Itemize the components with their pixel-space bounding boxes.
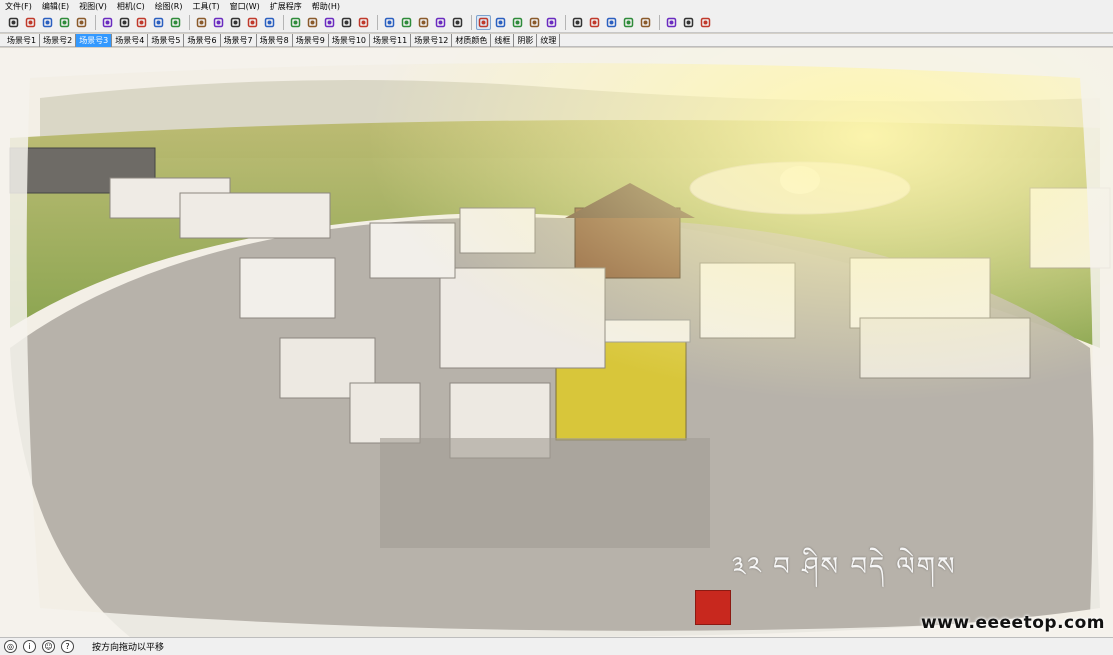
menu-item[interactable]: 工具(T) bbox=[188, 0, 225, 13]
scene-tab[interactable]: 场景号9 bbox=[293, 33, 329, 47]
scene-tab[interactable]: 场景号4 bbox=[112, 33, 149, 47]
status-message: 按方向拖动以平移 bbox=[92, 643, 165, 653]
eraser-icon[interactable] bbox=[23, 15, 38, 30]
toolbar bbox=[0, 13, 1113, 33]
style-icon[interactable] bbox=[382, 15, 397, 30]
protractor-icon[interactable] bbox=[211, 15, 226, 30]
box-icon[interactable] bbox=[621, 15, 636, 30]
scene-tabs: 场景号1 场景号2 场景号3 场景号4 场景号5 场景号6 场景号7 场景号8 场景号9 场景号1… bbox=[0, 33, 1113, 47]
extension-icon[interactable] bbox=[356, 15, 371, 30]
red-seal-stamp bbox=[695, 590, 731, 625]
warehouse-icon[interactable] bbox=[339, 15, 354, 30]
help-icon[interactable]: ? bbox=[61, 640, 74, 653]
texture-icon[interactable] bbox=[664, 15, 679, 30]
material-icon[interactable] bbox=[604, 15, 619, 30]
scale-icon[interactable] bbox=[168, 15, 183, 30]
fog-icon[interactable] bbox=[681, 15, 696, 30]
sandbox-icon[interactable] bbox=[510, 15, 525, 30]
zoom-extents-icon[interactable] bbox=[305, 15, 320, 30]
pan-icon[interactable] bbox=[262, 15, 277, 30]
rotate-arrows-icon[interactable] bbox=[151, 15, 166, 30]
menu-item[interactable]: 扩展程序 bbox=[265, 0, 307, 13]
tape-measure-icon[interactable] bbox=[194, 15, 209, 30]
tibetan-calligraphy: ༣༢ བ ཤིས བདེ ལེགས bbox=[732, 552, 957, 582]
scene-tab[interactable]: 场景号7 bbox=[221, 33, 257, 47]
toolbar-separator bbox=[95, 15, 96, 30]
undo-icon[interactable] bbox=[544, 15, 559, 30]
pencil-icon[interactable] bbox=[40, 15, 55, 30]
info-icon[interactable]: i bbox=[23, 640, 36, 653]
toolbar-separator bbox=[471, 15, 472, 30]
paint-bucket-icon[interactable] bbox=[228, 15, 243, 30]
menu-item[interactable]: 绘图(R) bbox=[150, 0, 188, 13]
menu-item[interactable]: 文件(F) bbox=[0, 0, 37, 13]
toolbar-separator bbox=[189, 15, 190, 30]
site-watermark: www.eeeetop.com bbox=[920, 613, 1105, 633]
scene-tab[interactable]: 阴影 bbox=[514, 33, 538, 47]
scene-tab[interactable]: 场景号2 bbox=[40, 33, 77, 47]
scene-tab[interactable]: 场景号11 bbox=[370, 33, 412, 47]
scene-tab[interactable]: 线框 bbox=[491, 33, 515, 47]
scene-tab[interactable]: 场景号3 bbox=[76, 33, 113, 47]
zoom-icon[interactable] bbox=[288, 15, 303, 30]
menu-item[interactable]: 编辑(E) bbox=[37, 0, 74, 13]
rotate-icon[interactable] bbox=[117, 15, 132, 30]
menu-item[interactable]: 相机(C) bbox=[112, 0, 150, 13]
menu-item[interactable]: 帮助(H) bbox=[307, 0, 345, 13]
scene-tab[interactable]: 场景号10 bbox=[329, 33, 371, 47]
toolbar-separator bbox=[377, 15, 378, 30]
arc-icon[interactable] bbox=[57, 15, 72, 30]
scene-tab[interactable]: 纹理 bbox=[537, 33, 561, 47]
scene-tab[interactable]: 材质颜色 bbox=[452, 33, 492, 47]
look-around-icon[interactable] bbox=[493, 15, 508, 30]
help-icon[interactable] bbox=[698, 15, 713, 30]
menu-bar: 文件(F) 编辑(E) 视图(V) 相机(C) 绘图(R) 工具(T) 窗口(W) 扩展程序帮… bbox=[0, 0, 1113, 13]
scene-tab[interactable]: 场景号1 bbox=[4, 33, 41, 47]
menu-item[interactable]: 窗口(W) bbox=[225, 0, 265, 13]
scene-tab[interactable]: 场景号6 bbox=[184, 33, 221, 47]
follow-me-icon[interactable] bbox=[527, 15, 542, 30]
user-icon[interactable]: ☺ bbox=[42, 640, 55, 653]
erase-history-icon[interactable] bbox=[587, 15, 602, 30]
search-icon[interactable] bbox=[416, 15, 431, 30]
shadow-icon[interactable] bbox=[638, 15, 653, 30]
undo-view-icon[interactable] bbox=[433, 15, 448, 30]
rectangle-icon[interactable] bbox=[74, 15, 89, 30]
push-pull-icon[interactable] bbox=[100, 15, 115, 30]
toolbar-separator bbox=[565, 15, 566, 30]
toolbar-separator bbox=[659, 15, 660, 30]
redo-icon[interactable] bbox=[570, 15, 585, 30]
scene-tab[interactable]: 场景号12 bbox=[411, 33, 453, 47]
component-icon[interactable] bbox=[322, 15, 337, 30]
scene-tab[interactable]: 场景号8 bbox=[257, 33, 293, 47]
walk-icon[interactable] bbox=[476, 15, 491, 30]
menu-item[interactable]: 视图(V) bbox=[74, 0, 112, 13]
redo-view-icon[interactable] bbox=[450, 15, 465, 30]
orbit-icon[interactable] bbox=[245, 15, 260, 30]
toolbar-separator bbox=[283, 15, 284, 30]
section-icon[interactable] bbox=[399, 15, 414, 30]
location-icon[interactable]: ◎ bbox=[4, 640, 17, 653]
select-icon[interactable] bbox=[6, 15, 21, 30]
move-icon[interactable] bbox=[134, 15, 149, 30]
status-bar: ◎ i ☺? 按方向拖动以平移 bbox=[0, 637, 1113, 655]
model-viewport[interactable]: ༣༢ བ ཤིས བདེ ལེགས www.eeeetop.com bbox=[0, 48, 1113, 637]
scene-tab[interactable]: 场景号5 bbox=[148, 33, 185, 47]
